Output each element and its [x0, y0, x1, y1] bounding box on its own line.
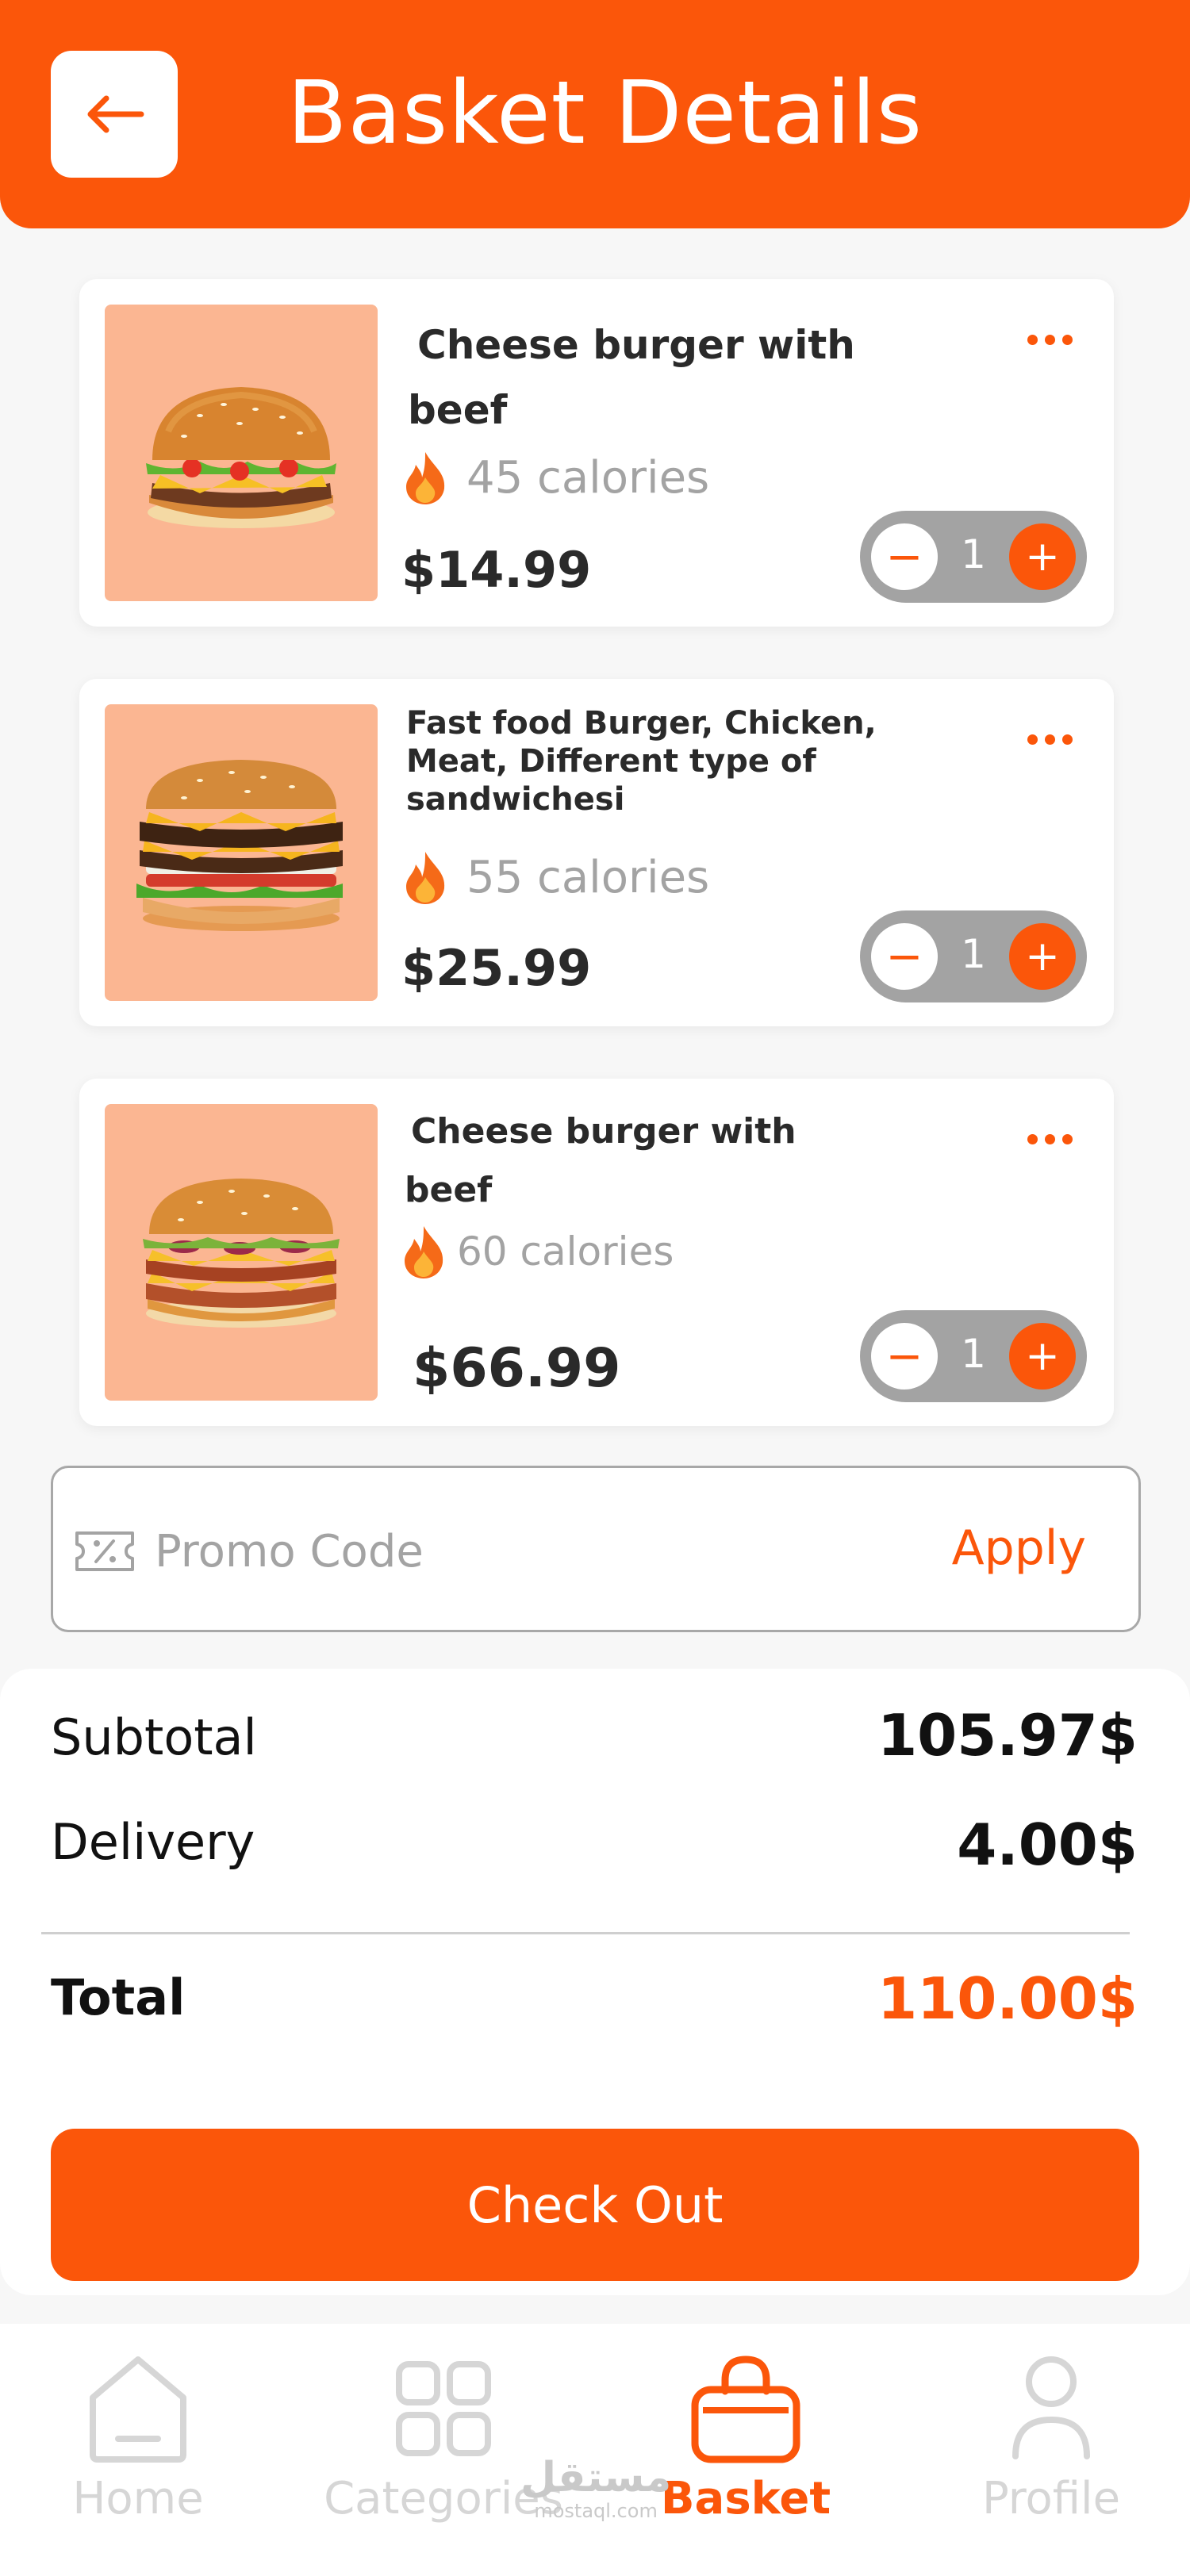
calories-row: 45 calories: [401, 449, 709, 506]
basket-item-1: Cheese burger with beef 45 calories $14.…: [79, 279, 1114, 627]
increase-quantity-button[interactable]: +: [1009, 1323, 1076, 1390]
promo-code-box: Apply: [51, 1466, 1141, 1632]
delivery-label: Delivery: [51, 1813, 255, 1871]
page-title: Basket Details: [287, 62, 923, 163]
shopping-bag-icon: [691, 2356, 800, 2463]
summary-divider: [41, 1932, 1130, 1934]
nav-item-categories[interactable]: Categories: [314, 2324, 573, 2576]
total-label: Total: [51, 1968, 186, 2026]
item-price: $14.99: [401, 541, 592, 599]
item-name: Cheese burger with beef: [408, 322, 855, 433]
coupon-icon: [75, 1531, 134, 1571]
subtotal-value: 105.97$: [877, 1702, 1138, 1769]
nav-label: Profile: [981, 2473, 1121, 2524]
increase-quantity-button[interactable]: +: [1009, 523, 1076, 590]
delivery-value: 4.00$: [957, 1811, 1138, 1878]
app-header: Basket Details: [0, 0, 1190, 228]
nav-item-home[interactable]: Home: [43, 2324, 233, 2576]
nav-label: Home: [72, 2473, 204, 2524]
flame-icon: [406, 852, 445, 904]
apply-promo-button[interactable]: Apply: [952, 1520, 1086, 1576]
burger-image: [105, 305, 378, 601]
increase-quantity-button[interactable]: +: [1009, 923, 1076, 990]
home-icon: [90, 2356, 186, 2463]
order-summary: Subtotal 105.97$ Delivery 4.00$ Total 11…: [0, 1669, 1190, 2295]
more-options-button[interactable]: [1023, 730, 1077, 749]
promo-code-input[interactable]: [155, 1508, 948, 1595]
flame-icon: [406, 452, 445, 504]
nav-label: Categories: [324, 2473, 563, 2524]
quantity-stepper: − 1 +: [860, 1310, 1087, 1402]
bottom-navigation: Home Categories Basket Profile: [0, 2324, 1190, 2576]
nav-label: Basket: [660, 2473, 831, 2524]
back-button[interactable]: [51, 51, 178, 178]
quantity-stepper: − 1 +: [860, 511, 1087, 603]
user-icon: [1012, 2356, 1090, 2459]
arrow-left-icon: [87, 95, 144, 133]
nav-item-profile[interactable]: Profile: [952, 2324, 1150, 2576]
burger-image: [105, 1104, 378, 1401]
subtotal-label: Subtotal: [51, 1708, 257, 1766]
item-name: Fast food Burger, Chicken, Meat, Differe…: [406, 705, 877, 818]
burger-image: [105, 704, 378, 1001]
item-name: Cheese burger with beef: [405, 1111, 797, 1210]
item-price: $25.99: [401, 939, 592, 997]
item-price: $66.99: [413, 1337, 621, 1400]
total-value: 110.00$: [877, 1965, 1138, 2032]
calories-row: 60 calories: [400, 1223, 674, 1280]
checkout-button[interactable]: Check Out: [51, 2129, 1139, 2281]
more-options-button[interactable]: [1023, 1129, 1077, 1149]
flame-icon: [405, 1226, 443, 1278]
more-options-button[interactable]: [1023, 330, 1077, 350]
calories-row: 55 calories: [401, 849, 709, 906]
basket-item-3: Cheese burger with beef 60 calories $66.…: [79, 1079, 1114, 1426]
quantity-stepper: − 1 +: [860, 910, 1087, 1002]
grid-icon: [396, 2361, 491, 2456]
nav-item-basket[interactable]: Basket: [651, 2324, 841, 2576]
basket-item-2: Fast food Burger, Chicken, Meat, Differe…: [79, 679, 1114, 1026]
